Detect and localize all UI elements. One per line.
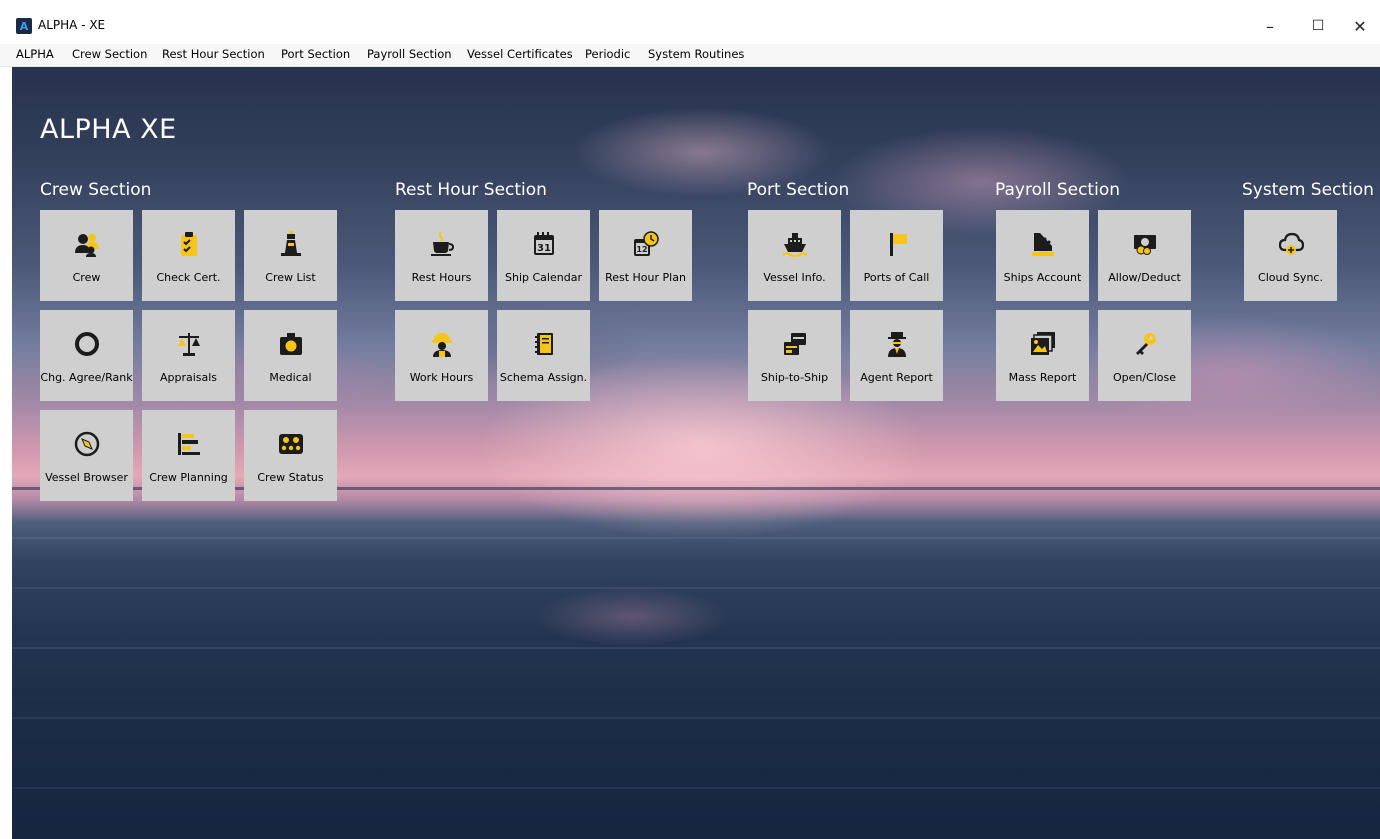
tile-label: Schema Assign.	[499, 371, 588, 384]
menu-payroll-section[interactable]: Payroll Section	[367, 47, 452, 61]
flag-icon	[890, 233, 907, 256]
dashboard-background: ALPHA XE Crew Section Rest Hour Section …	[12, 67, 1380, 839]
menu-vessel-certificates[interactable]: Vessel Certificates	[467, 47, 573, 61]
tile-schema-assign[interactable]: Schema Assign.	[497, 310, 590, 401]
crew-people-icon	[75, 234, 99, 257]
app-logo-icon: A	[16, 18, 32, 34]
maximize-button[interactable]: ☐	[1298, 14, 1338, 38]
tile-label: Ships Account	[1003, 271, 1082, 284]
tile-work-hours[interactable]: Work Hours	[395, 310, 488, 401]
tile-label: Ports of Call	[863, 271, 930, 284]
tile-label: Check Cert.	[156, 271, 221, 284]
menu-rest-hour-section[interactable]: Rest Hour Section	[162, 47, 265, 61]
compass-icon	[74, 431, 100, 457]
clipboard-check-icon	[181, 232, 197, 256]
gantt-chart-icon	[178, 433, 200, 455]
tile-rest-hours[interactable]: Rest Hours	[395, 210, 488, 301]
section-title-payroll: Payroll Section	[995, 180, 1120, 200]
calendar-clock-icon: 12	[634, 231, 659, 256]
tile-mass-report[interactable]: Mass Report	[996, 310, 1089, 401]
plan-day-number: 12	[636, 245, 647, 254]
tile-chg-agree-rank[interactable]: Chg. Agree/Rank	[40, 310, 133, 401]
tile-label: Allow/Deduct	[1108, 271, 1181, 284]
tile-label: Medical	[269, 371, 312, 384]
tile-crew-status[interactable]: Crew Status	[244, 410, 337, 501]
notebook-icon	[535, 333, 553, 355]
agent-icon	[888, 332, 906, 357]
tile-open-close[interactable]: Open/Close	[1098, 310, 1191, 401]
money-icon	[1134, 235, 1156, 255]
tile-label: Ship-to-Ship	[760, 371, 829, 384]
wave-decoration	[12, 537, 1380, 539]
tile-label: Vessel Info.	[763, 271, 826, 284]
brand-title: ALPHA XE	[40, 114, 177, 145]
title-bar: A ALPHA - XE – ☐ ✕	[0, 0, 1380, 44]
tile-ports-of-call[interactable]: Ports of Call	[850, 210, 943, 301]
tile-cloud-sync[interactable]: Cloud Sync.	[1244, 210, 1337, 301]
wave-decoration	[12, 787, 1380, 789]
menu-periodic[interactable]: Periodic	[585, 47, 630, 61]
ship-account-icon	[1032, 233, 1054, 256]
tile-ship-to-ship[interactable]: Ship-to-Ship	[748, 310, 841, 401]
tile-vessel-info[interactable]: Vessel Info.	[748, 210, 841, 301]
tile-crew-planning[interactable]: Crew Planning	[142, 410, 235, 501]
tile-agent-report[interactable]: Agent Report	[850, 310, 943, 401]
lighthouse-icon	[281, 231, 301, 256]
minimize-button[interactable]: –	[1250, 14, 1290, 38]
tile-label: Chg. Agree/Rank	[40, 371, 133, 384]
calendar-day-number: 31	[537, 243, 551, 254]
coffee-cup-icon	[431, 231, 455, 256]
wave-decoration	[12, 647, 1380, 649]
wave-decoration	[12, 587, 1380, 589]
wave-decoration	[12, 717, 1380, 719]
tile-label: Work Hours	[409, 371, 474, 384]
window-title: ALPHA - XE	[38, 18, 106, 32]
tile-label: Agent Report	[860, 371, 933, 384]
image-stack-icon	[1031, 332, 1055, 355]
tile-rest-hour-plan[interactable]: 12 Rest Hour Plan	[599, 210, 692, 301]
tile-crew-list[interactable]: Crew List	[244, 210, 337, 301]
status-dots-icon	[279, 434, 303, 454]
tile-label: Cloud Sync.	[1258, 271, 1323, 284]
section-title-rest-hour: Rest Hour Section	[395, 180, 547, 200]
section-title-system: System Section	[1242, 180, 1374, 200]
tile-label: Appraisals	[159, 371, 218, 384]
calendar-icon: 31	[534, 232, 554, 255]
refresh-cycle-icon	[75, 332, 99, 356]
tile-label: Crew List	[265, 271, 316, 284]
menu-bar: ALPHA Crew Section Rest Hour Section Por…	[0, 44, 1380, 67]
tile-ship-calendar[interactable]: 31 Ship Calendar	[497, 210, 590, 301]
menu-crew-section[interactable]: Crew Section	[72, 47, 147, 61]
tile-label: Crew	[72, 271, 101, 284]
key-icon	[1136, 333, 1156, 355]
tile-ships-account[interactable]: Ships Account	[996, 210, 1089, 301]
ship-icon	[782, 233, 808, 257]
tile-label: Ship Calendar	[505, 271, 582, 284]
tile-medical[interactable]: Medical	[244, 310, 337, 401]
section-title-port: Port Section	[747, 180, 850, 200]
tile-crew[interactable]: Crew	[40, 210, 133, 301]
tile-label: Rest Hours	[411, 271, 472, 284]
tile-label: Crew Status	[257, 471, 324, 484]
water-reflection	[532, 587, 732, 647]
tile-label: Rest Hour Plan	[605, 271, 686, 284]
tile-label: Mass Report	[1008, 371, 1077, 384]
tile-appraisals[interactable]: Appraisals	[142, 310, 235, 401]
tile-label: Open/Close	[1112, 371, 1177, 384]
menu-system-routines[interactable]: System Routines	[648, 47, 744, 61]
section-title-crew: Crew Section	[40, 180, 152, 200]
scales-icon	[178, 333, 200, 356]
tile-allow-deduct[interactable]: Allow/Deduct	[1098, 210, 1191, 301]
tile-check-cert[interactable]: Check Cert.	[142, 210, 235, 301]
tile-label: Crew Planning	[149, 471, 228, 484]
close-button[interactable]: ✕	[1340, 14, 1380, 38]
worker-helmet-icon	[432, 333, 452, 357]
medical-kit-icon	[280, 333, 302, 355]
cloud-sync-icon	[1278, 232, 1304, 255]
tile-vessel-browser[interactable]: Vessel Browser	[40, 410, 133, 501]
menu-alpha[interactable]: ALPHA	[16, 47, 54, 61]
tile-label: Vessel Browser	[45, 471, 128, 484]
ship-to-ship-icon	[784, 333, 806, 355]
menu-port-section[interactable]: Port Section	[281, 47, 350, 61]
